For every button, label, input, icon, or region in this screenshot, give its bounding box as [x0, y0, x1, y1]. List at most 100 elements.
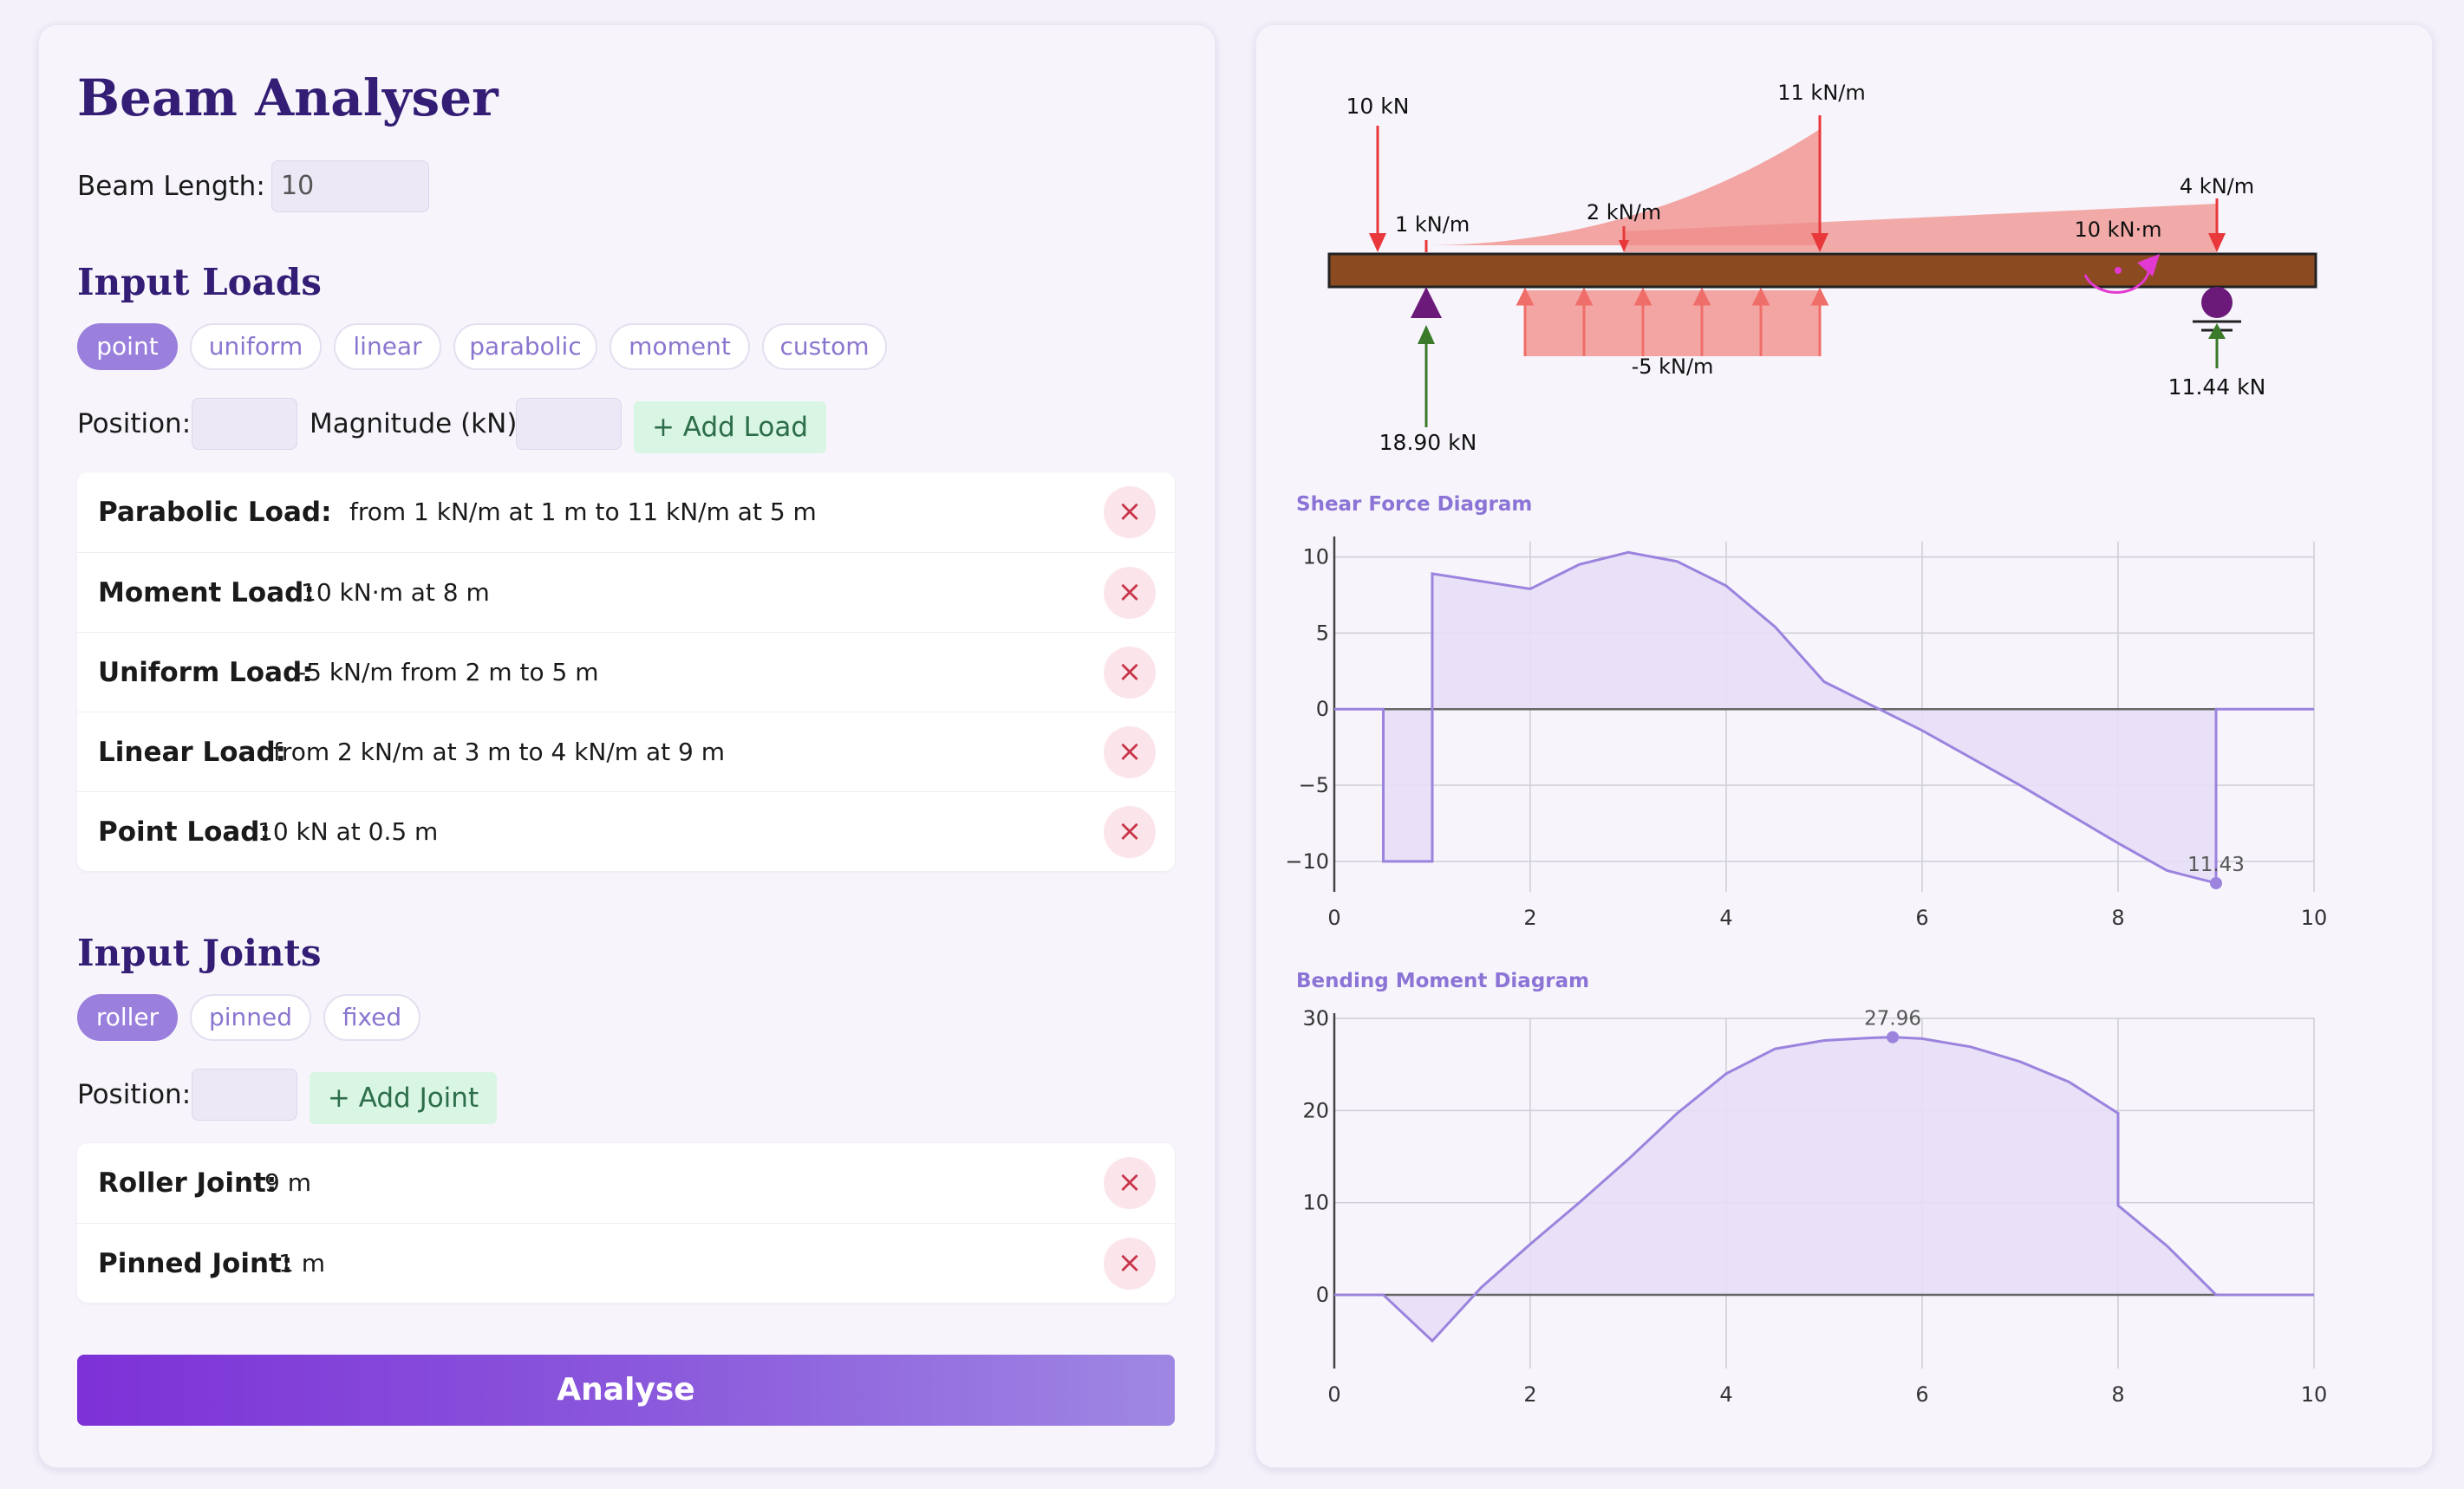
uniform-load-label: -5 kN/m: [1632, 354, 1714, 379]
load-description: 10 kN·m at 8 m: [301, 578, 490, 607]
load-type-point[interactable]: point: [77, 323, 178, 370]
moment-x-tick-label: 2: [1523, 1382, 1536, 1407]
load-type-custom[interactable]: custom: [762, 323, 887, 370]
load-description: 10 kN at 0.5 m: [257, 817, 439, 846]
shear-annotation-label: 11.43: [2187, 854, 2245, 876]
pinned-support-icon: [1411, 287, 1442, 318]
shear-area: [1334, 552, 2314, 883]
moment-x-tick-label: 0: [1327, 1382, 1340, 1407]
point-load-label: 10 kN: [1346, 94, 1410, 119]
page-title: Beam Analyser: [77, 68, 499, 127]
add-joint-button[interactable]: + Add Joint: [310, 1072, 497, 1124]
joint-type-label: Roller Joint:: [98, 1167, 277, 1199]
linear-end-label: 4 kN/m: [2180, 174, 2254, 198]
moment-chart-title: Bending Moment Diagram: [1296, 970, 1590, 992]
load-description: -5 kN/m from 2 m to 5 m: [297, 658, 599, 686]
remove-load-button[interactable]: ×: [1104, 806, 1156, 858]
joint-description: 1 m: [278, 1249, 325, 1278]
load-type-label: Moment Load:: [98, 577, 315, 608]
beam-diagram: 10 kN 1 kN/m 11 kN/m 2 kN/m 4 kN/m 10 kN…: [1327, 81, 2317, 455]
joint-position-label: Position:: [77, 1079, 192, 1110]
shear-x-tick-label: 10: [2301, 906, 2328, 930]
load-magnitude-label: Magnitude (kN):: [310, 408, 526, 439]
list-item: Uniform Load: -5 kN/m from 2 m to 5 m ×: [77, 632, 1175, 712]
beam-length-label: Beam Length:: [77, 171, 265, 202]
list-item: Moment Load: 10 kN·m at 8 m ×: [77, 552, 1175, 632]
moment-y-tick-label: 10: [1302, 1191, 1329, 1215]
parabolic-end-label: 11 kN/m: [1777, 81, 1865, 105]
moment-center: [2115, 267, 2122, 274]
load-type-moment[interactable]: moment: [609, 323, 750, 370]
list-item: Linear Load: from 2 kN/m at 3 m to 4 kN/…: [77, 712, 1175, 791]
beam-length-input[interactable]: 10: [271, 160, 429, 212]
roller-support-icon: [2201, 287, 2233, 318]
load-type-uniform[interactable]: uniform: [190, 323, 322, 370]
shear-x-tick-label: 8: [2111, 906, 2124, 930]
analyse-button[interactable]: Analyse: [77, 1355, 1175, 1426]
moment-label: 10 kN·m: [2074, 218, 2161, 242]
moment-x-tick-label: 10: [2301, 1382, 2328, 1407]
shear-x-tick-label: 4: [1719, 906, 1732, 930]
moment-annotation-point: [1887, 1031, 1900, 1044]
load-type-linear[interactable]: linear: [334, 323, 441, 370]
input-panel: Beam Analyser Beam Length: 10 Input Load…: [38, 24, 1216, 1468]
remove-joint-button[interactable]: ×: [1104, 1157, 1156, 1209]
add-load-button[interactable]: + Add Load: [634, 401, 826, 453]
joint-description: 9 m: [264, 1168, 311, 1197]
load-magnitude-input[interactable]: [516, 398, 622, 450]
load-type-label: Parabolic Load:: [98, 497, 332, 528]
load-list: Parabolic Load: from 1 kN/m at 1 m to 11…: [77, 472, 1175, 871]
pinned-reaction-arrowhead: [1418, 325, 1435, 344]
bending-moment-chart: 0 2 4 6 8 10 30 20 10 0 27.96: [1302, 1006, 2328, 1407]
roller-reaction-label: 11.44 kN: [2168, 374, 2266, 400]
remove-joint-button[interactable]: ×: [1104, 1238, 1156, 1290]
remove-load-button[interactable]: ×: [1104, 726, 1156, 778]
shear-y-tick-label: 10: [1302, 545, 1329, 569]
input-joints-heading: Input Joints: [77, 932, 322, 974]
results-panel: 10 kN 1 kN/m 11 kN/m 2 kN/m 4 kN/m 10 kN…: [1255, 24, 2433, 1468]
beam: [1327, 252, 2317, 289]
load-description: from 2 kN/m at 3 m to 4 kN/m at 9 m: [273, 738, 725, 766]
joint-type-fixed[interactable]: fixed: [323, 994, 420, 1041]
moment-y-tick-label: 30: [1302, 1006, 1329, 1031]
input-loads-heading: Input Loads: [77, 261, 322, 303]
shear-x-tick-label: 2: [1523, 906, 1536, 930]
shear-chart-title: Shear Force Diagram: [1296, 493, 1533, 516]
moment-x-tick-label: 6: [1915, 1382, 1928, 1407]
load-position-label: Position:: [77, 408, 192, 439]
joint-list: Roller Joint: 9 m × Pinned Joint: 1 m ×: [77, 1143, 1175, 1303]
remove-load-button[interactable]: ×: [1104, 567, 1156, 619]
shear-x-tick-label: 0: [1327, 906, 1340, 930]
shear-y-tick-label: −5: [1299, 773, 1329, 797]
moment-y-tick-label: 20: [1302, 1098, 1329, 1122]
joint-type-roller[interactable]: roller: [77, 994, 178, 1041]
load-position-input[interactable]: [192, 398, 297, 450]
list-item: Point Load: 10 kN at 0.5 m ×: [77, 791, 1175, 871]
list-item: Pinned Joint: 1 m ×: [77, 1223, 1175, 1303]
shear-y-tick-label: 0: [1316, 697, 1329, 721]
list-item: Parabolic Load: from 1 kN/m at 1 m to 11…: [77, 472, 1175, 552]
parabolic-start-label: 1 kN/m: [1395, 212, 1470, 237]
moment-x-tick-label: 4: [1719, 1382, 1732, 1407]
uniform-load-area: [1525, 290, 1820, 356]
load-type-label: Uniform Load:: [98, 657, 313, 688]
shear-x-tick-label: 6: [1915, 906, 1928, 930]
moment-annotation-label: 27.96: [1864, 1008, 1921, 1031]
shear-annotation-point: [2210, 876, 2222, 889]
load-description: from 1 kN/m at 1 m to 11 kN/m at 5 m: [349, 497, 817, 526]
point-load-arrowhead: [1369, 233, 1386, 252]
remove-load-button[interactable]: ×: [1104, 486, 1156, 538]
shear-y-tick-label: 5: [1316, 621, 1329, 645]
remove-load-button[interactable]: ×: [1104, 647, 1156, 699]
pinned-reaction-label: 18.90 kN: [1379, 430, 1477, 455]
shear-force-chart: 0 2 4 6 8 10 10 5 0 −5 −10 11.43: [1285, 536, 2328, 930]
joint-type-pinned[interactable]: pinned: [190, 994, 311, 1041]
linear-start-label: 2 kN/m: [1587, 200, 1661, 224]
list-item: Roller Joint: 9 m ×: [77, 1143, 1175, 1223]
joint-position-input[interactable]: [192, 1069, 297, 1121]
joint-type-label: Pinned Joint:: [98, 1248, 293, 1279]
load-type-label: Linear Load:: [98, 737, 287, 768]
load-type-parabolic[interactable]: parabolic: [453, 323, 597, 370]
moment-x-tick-label: 8: [2111, 1382, 2124, 1407]
shear-y-tick-label: −10: [1285, 849, 1329, 874]
